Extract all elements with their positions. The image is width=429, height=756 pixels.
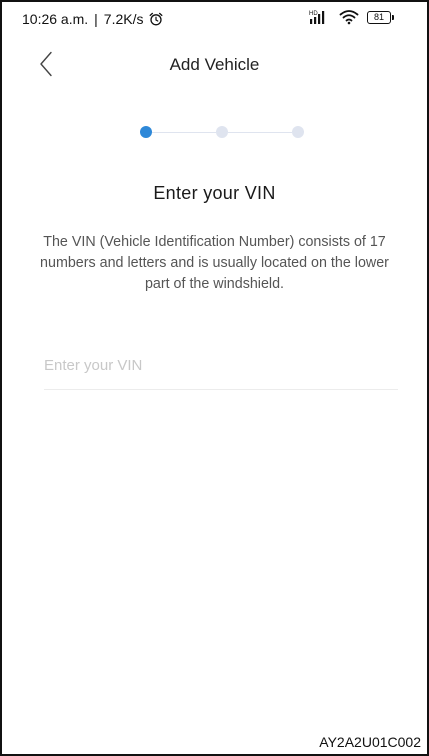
step-heading: Enter your VIN [153,183,276,203]
signal-icon: HD [309,11,325,24]
status-net-speed: 7.2K/s [103,11,144,27]
signal-hd-label: HD [309,11,318,17]
vin-input[interactable] [44,342,398,390]
step-connector-1 [152,131,216,133]
status-separator: | [94,11,98,27]
status-right: HD 81 [309,9,394,25]
header: Add Vehicle [0,44,429,84]
step-connector-2 [228,131,292,133]
document-code: AY2A2U01C002 [319,734,421,750]
status-left: 10:26 a.m. | 7.2K/s [22,11,163,27]
stepper [140,125,304,139]
page-title: Add Vehicle [169,55,260,74]
step-dot-3 [292,126,304,138]
status-time: 10:26 a.m. [22,11,89,27]
vin-description: The VIN (Vehicle Identification Number) … [40,234,389,292]
status-bar: 10:26 a.m. | 7.2K/s HD 81 [0,0,429,40]
battery-level: 81 [373,11,384,22]
battery-icon: 81 [367,10,394,24]
step-dot-2 [216,126,228,138]
wifi-icon [339,10,359,25]
alarm-clock-icon [149,12,162,26]
step-dot-1 [140,126,152,138]
